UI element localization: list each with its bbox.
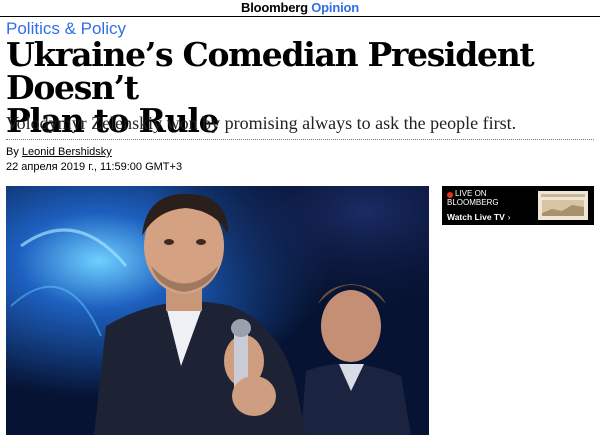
byline: By Leonid Bershidsky [6, 146, 112, 159]
article-dek: Volodymyr Zelenskiy won by promising alw… [6, 113, 517, 133]
brand-name: Bloomberg [241, 0, 308, 15]
live-label: LIVE ON [455, 189, 487, 198]
watch-live-label: Watch Live TV [447, 212, 505, 222]
watch-live-link[interactable]: Watch Live TV › [447, 212, 511, 222]
author-link[interactable]: Leonid Bershidsky [22, 146, 112, 158]
byline-prefix: By [6, 146, 19, 158]
masthead-logo[interactable]: Bloomberg Opinion [0, 0, 600, 16]
dotted-divider [6, 139, 594, 140]
live-network: BLOOMBERG [447, 198, 499, 207]
live-tv-widget[interactable]: LIVE ON BLOOMBERG Watch Live TV › [442, 186, 594, 225]
publish-date: 22 апреля 2019 г., 11:59:00 GMT+3 [6, 161, 183, 173]
masthead-divider [0, 16, 600, 17]
chevron-right-icon: › [507, 212, 511, 222]
lead-photo [6, 186, 429, 435]
live-tv-thumbnail-image [538, 191, 588, 220]
brand-sub: Opinion [311, 0, 359, 15]
lead-photo-image [6, 186, 429, 435]
headline-line-1: Ukraine’s Comedian President Doesn’t [6, 35, 535, 107]
live-tv-thumbnail[interactable] [538, 191, 588, 220]
